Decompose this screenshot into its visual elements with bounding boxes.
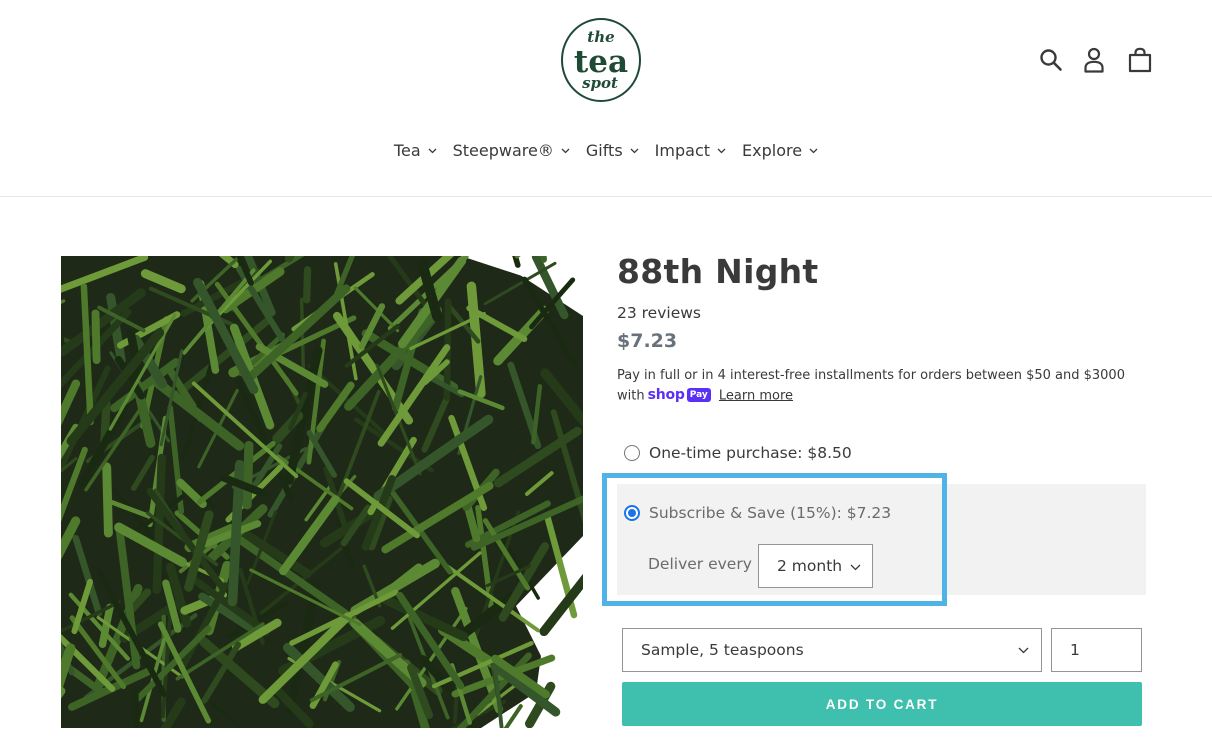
quantity-input[interactable] <box>1051 628 1142 672</box>
nav-item-label: Steepware® <box>452 141 554 160</box>
tea-leaf <box>91 309 101 365</box>
tea-leaf <box>242 440 254 510</box>
tea-spot-logo-mark: the tea spot <box>561 18 641 102</box>
one-time-radio[interactable] <box>624 445 640 461</box>
nav-item-label: Gifts <box>585 141 623 160</box>
subscribe-label: Subscribe & Save (15%): $7.23 <box>649 504 892 522</box>
delivery-interval-select[interactable]: 2 month <box>758 544 873 588</box>
cart-icon[interactable] <box>1125 44 1155 76</box>
nav-item-steepware[interactable]: Steepware® <box>445 141 578 160</box>
logo-text-spot: spot <box>582 74 618 92</box>
reviews-count[interactable]: 23 reviews <box>617 304 701 322</box>
shop-pay-word: shop <box>647 386 685 403</box>
nav-item-label: Explore <box>742 141 803 160</box>
delivery-interval-value: 2 month <box>777 557 843 575</box>
shop-pay-logo: shop Pay <box>648 386 711 406</box>
nav-item-tea[interactable]: Tea <box>386 141 445 160</box>
one-time-label: One-time purchase: $8.50 <box>649 444 852 462</box>
subscribe-save-option[interactable]: Subscribe & Save (15%): $7.23 <box>624 504 891 522</box>
chevron-down-icon <box>630 148 639 153</box>
account-icon[interactable] <box>1079 44 1109 76</box>
tea-leaf <box>303 266 312 304</box>
tea-leaf <box>299 297 306 376</box>
subscribe-radio[interactable] <box>624 505 640 521</box>
product-title: 88th Night <box>617 252 819 291</box>
chevron-down-icon <box>717 148 726 153</box>
nav-item-gifts[interactable]: Gifts <box>578 141 647 160</box>
variant-select[interactable]: Sample, 5 teaspoons <box>622 628 1042 672</box>
header-divider <box>0 196 1212 197</box>
one-time-purchase-option[interactable]: One-time purchase: $8.50 <box>624 444 852 462</box>
add-to-cart-button[interactable]: ADD TO CART <box>622 682 1142 726</box>
search-icon[interactable] <box>1036 44 1066 76</box>
subscription-panel <box>617 484 1146 595</box>
chevron-down-icon <box>1018 647 1029 654</box>
chevron-down-icon <box>850 564 861 571</box>
variant-value: Sample, 5 teaspoons <box>641 641 804 659</box>
chevron-down-icon <box>428 148 437 153</box>
header-icons <box>1036 44 1155 76</box>
chevron-down-icon <box>561 148 570 153</box>
installments-message: Pay in full or in 4 interest-free instal… <box>617 366 1137 405</box>
shop-pay-badge: Pay <box>686 388 711 403</box>
nav-item-explore[interactable]: Explore <box>734 141 826 160</box>
nav-item-label: Impact <box>654 141 711 160</box>
nav-item-label: Tea <box>393 141 421 160</box>
tea-leaves-image <box>61 256 583 728</box>
deliver-every-label: Deliver every <box>648 555 752 573</box>
nav-item-impact[interactable]: Impact <box>647 141 734 160</box>
product-price: $7.23 <box>617 330 678 352</box>
tea-leaf <box>132 686 140 728</box>
main-nav: Tea Steepware® Gifts Impact Explore <box>0 141 1212 160</box>
learn-more-link[interactable]: Learn more <box>719 388 793 403</box>
tea-leaf <box>102 462 113 538</box>
chevron-down-icon <box>809 148 818 153</box>
brand-logo[interactable]: the tea spot <box>559 17 643 103</box>
product-image[interactable] <box>61 256 583 728</box>
